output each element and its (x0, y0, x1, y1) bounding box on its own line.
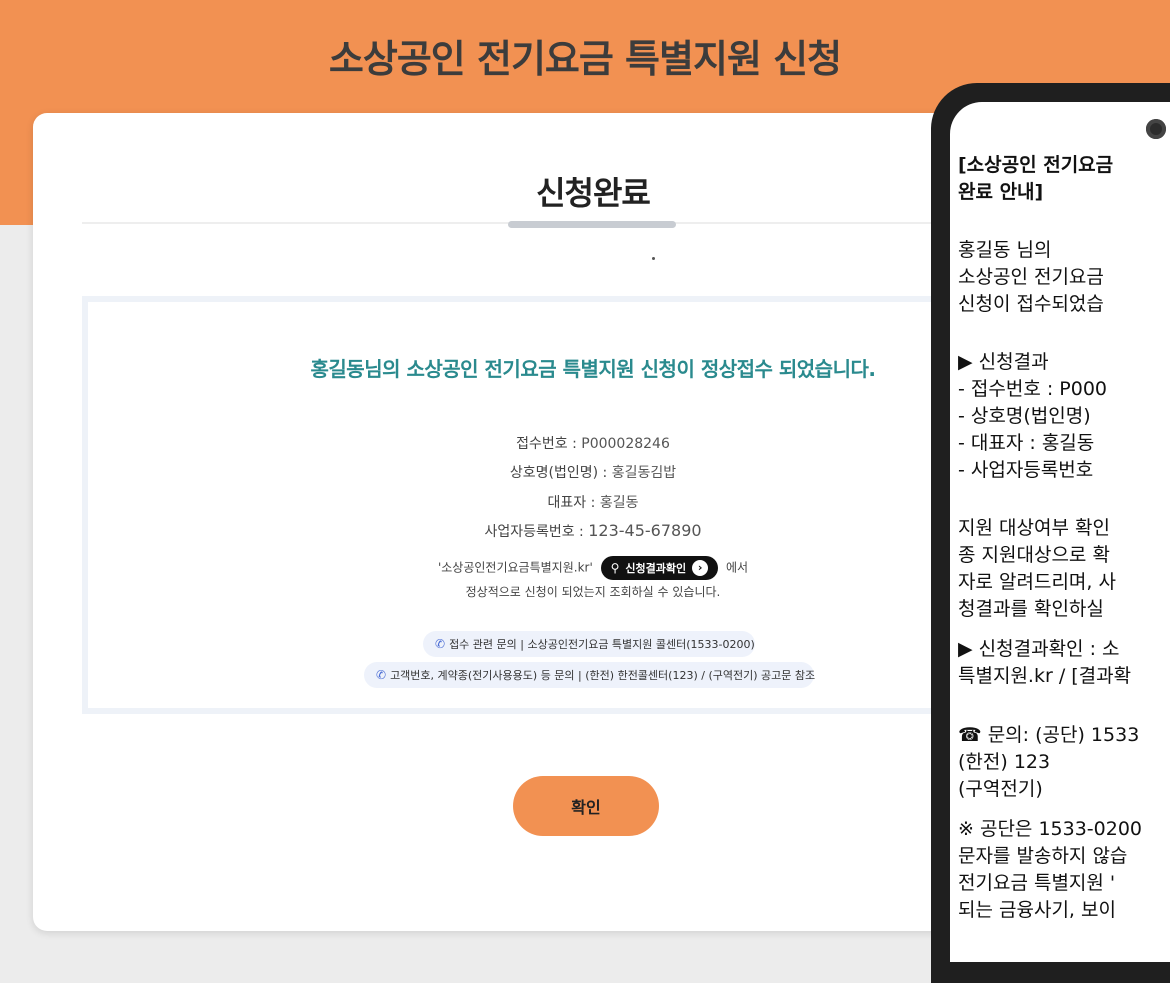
contact-text: 접수 관련 문의 | 소상공인전기요금 특별지원 콜센터(1533-0200) (449, 638, 755, 651)
phone-icon: ✆ (376, 668, 387, 682)
sms-title-line: [소상공인 전기요금 (958, 154, 1114, 176)
detail-label: 대표자 : (547, 495, 600, 511)
sms-line: 홍길동 님의 (958, 239, 1052, 261)
sms-line: 소상공인 전기요금 (958, 266, 1104, 288)
sms-line: ▶ 신청결과확인 : 소 (958, 638, 1120, 660)
sms-line: - 대표자 : 홍길동 (958, 432, 1095, 454)
detail-label: 상호명(법인명) : (509, 465, 612, 481)
sms-line: (구역전기) (958, 778, 1043, 800)
sms-line: 문자를 발송하지 않습 (958, 845, 1128, 867)
sms-line: 청결과를 확인하실 (958, 598, 1104, 620)
page-title: 소상공인 전기요금 특별지원 신청 (328, 37, 842, 81)
detail-value: 123-45-67890 (588, 521, 702, 540)
sms-line: 전기요금 특별지원 ' (958, 872, 1116, 894)
detail-label: 접수번호 : (516, 436, 582, 452)
contact-chip-reception: ✆ 접수 관련 문의 | 소상공인전기요금 특별지원 콜센터(1533-0200… (423, 631, 755, 657)
chevron-right-icon: › (692, 560, 709, 576)
sms-line: - 사업자등록번호 (958, 459, 1094, 481)
sms-line: ☎ 문의: (공단) 1533 (958, 724, 1140, 746)
decorative-dot (652, 257, 655, 260)
sms-line: 되는 금융사기, 보이 (958, 899, 1116, 921)
sms-line: 자로 알려드리며, 사 (958, 571, 1116, 593)
detail-label: 사업자등록번호 : (484, 524, 589, 540)
camera-icon (1146, 119, 1166, 139)
sms-line: 종 지원대상으로 확 (958, 544, 1110, 566)
sms-line: 지원 대상여부 확인 (958, 517, 1110, 539)
sms-line: 특별지원.kr / [결과확 (958, 665, 1132, 687)
notice-suffix: 에서 (725, 560, 749, 575)
confirm-button[interactable]: 확인 (513, 776, 659, 836)
sms-line: 신청이 접수되었습 (958, 293, 1104, 315)
phone-icon: ✆ (435, 637, 446, 651)
contact-text: 고객번호, 계약종(전기사용용도) 등 문의 | (한전) 한전콜센터(123)… (390, 669, 816, 682)
detail-value: 홍길동 (599, 495, 639, 511)
detail-value: P000028246 (581, 436, 670, 452)
title-underline (508, 221, 676, 228)
contact-chip-kepco: ✆ 고객번호, 계약종(전기사용용도) 등 문의 | (한전) 한전콜센터(12… (364, 662, 816, 688)
sms-line: ※ 공단은 1533-0200 (958, 818, 1143, 840)
sms-line: - 상호명(법인명) (958, 405, 1091, 427)
sms-line: (한전) 123 (958, 751, 1051, 773)
sms-line: - 접수번호 : P000 (958, 378, 1108, 400)
sms-line: ▶ 신청결과 (958, 351, 1049, 373)
result-check-button[interactable]: ⚲ 신청결과확인 › (600, 556, 719, 580)
result-check-label: 신청결과확인 (625, 562, 687, 575)
search-icon: ⚲ (610, 561, 620, 575)
sms-title-line: 완료 안내] (958, 181, 1044, 203)
detail-value: 홍길동김밥 (611, 465, 677, 481)
notice-prefix: '소상공인전기요금특별지원.kr' (437, 560, 593, 575)
